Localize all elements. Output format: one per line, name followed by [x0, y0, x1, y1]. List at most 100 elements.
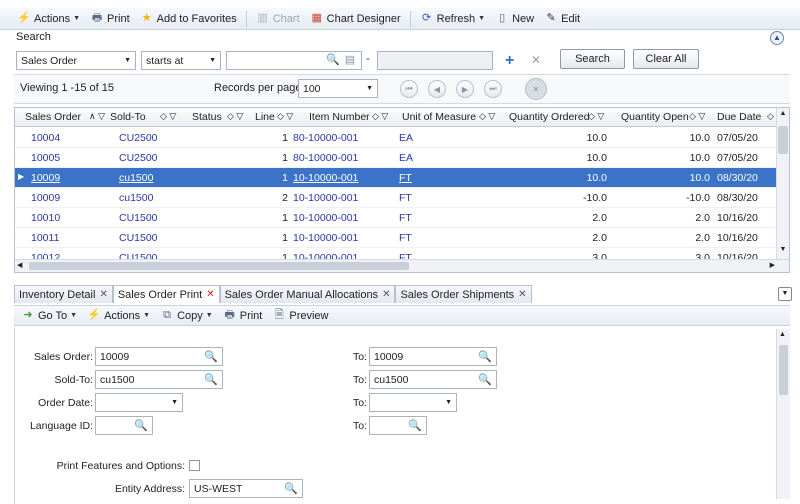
tab-sales-order-manual-allocations[interactable]: Sales Order Manual Allocations ✕	[219, 285, 396, 303]
scroll-down-icon[interactable]: ▼	[778, 246, 788, 258]
preview-button[interactable]: 🗎 Preview	[269, 307, 331, 325]
tab-sales-order-print[interactable]: Sales Order Print ✕	[112, 285, 220, 303]
tabs-menu-icon[interactable]: ▼	[778, 287, 792, 301]
cell-item[interactable]: 10-10000-001	[293, 212, 358, 224]
next-page-icon[interactable]: ▶	[456, 80, 474, 98]
first-page-icon[interactable]: ⏮	[400, 80, 418, 98]
sort-filter-icon[interactable]: ◇ ▽	[160, 111, 176, 122]
sort-filter-icon[interactable]: ◇ ▽	[372, 111, 388, 122]
sold-to-from-input[interactable]: cu1500 🔍	[95, 370, 223, 389]
sales-order-from-input[interactable]: 10009 🔍	[95, 347, 223, 366]
lookup-list-icon[interactable]: ▤	[343, 54, 357, 68]
scroll-thumb[interactable]	[779, 345, 788, 395]
tab-sales-order-shipments[interactable]: Sales Order Shipments ✕	[395, 285, 532, 303]
magnifier-icon[interactable]: 🔍	[204, 350, 218, 363]
column-header-unit-of-measure[interactable]: Unit of Measure	[402, 111, 476, 123]
table-row[interactable]: ▶ 10009 cu1500 1 10-10000-001 FT 10.0 10.0 08/30…	[15, 168, 777, 188]
search-button[interactable]: Search	[560, 49, 625, 69]
cell-uom[interactable]: FT	[399, 192, 412, 204]
cell-uom[interactable]: FT	[399, 212, 412, 224]
cell-item[interactable]: 10-10000-001	[293, 232, 358, 244]
scroll-up-icon[interactable]: ▲	[778, 110, 788, 122]
language-id-from-input[interactable]: 🔍	[95, 416, 153, 435]
table-row[interactable]: 10009 cu1500 2 10-10000-001 FT -10.0 -10.0 08/3…	[15, 188, 777, 208]
magnifier-icon[interactable]: 🔍	[134, 419, 148, 432]
sold-to-to-input[interactable]: cu1500 🔍	[369, 370, 497, 389]
add-to-favorites-button[interactable]: ★ Add to Favorites	[137, 10, 240, 28]
tab-inventory-detail[interactable]: Inventory Detail ✕	[14, 285, 113, 303]
cell-order[interactable]: 10010	[31, 212, 60, 224]
order-date-to-select[interactable]: ▼	[369, 393, 457, 412]
language-id-to-input[interactable]: 🔍	[369, 416, 427, 435]
cell-uom[interactable]: EA	[399, 132, 413, 144]
column-header-quantity-ordered[interactable]: Quantity Ordered	[509, 111, 590, 123]
cell-sold-to[interactable]: CU1500	[119, 212, 158, 224]
close-icon[interactable]: ✕	[206, 289, 214, 300]
edit-button[interactable]: ✎ Edit	[541, 10, 583, 28]
refresh-button[interactable]: ⟳ Refresh ▼	[417, 10, 488, 28]
cell-item[interactable]: 10-10000-001	[293, 172, 358, 184]
column-header-sales-order[interactable]: Sales Order	[25, 111, 81, 123]
cell-item[interactable]: 80-10000-001	[293, 132, 358, 144]
actions-menu[interactable]: ⚡ Actions ▼	[14, 10, 83, 28]
close-icon[interactable]: ✕	[382, 289, 390, 300]
cell-order[interactable]: 10004	[31, 132, 60, 144]
table-row[interactable]: 10011 CU1500 1 10-10000-001 FT 2.0 2.0 10/16/20	[15, 228, 777, 248]
column-header-quantity-open[interactable]: Quantity Open	[621, 111, 689, 123]
column-header-line[interactable]: Line	[255, 111, 275, 123]
stop-icon[interactable]: ✕	[525, 78, 547, 100]
cell-sold-to[interactable]: CU2500	[119, 132, 158, 144]
cell-sold-to[interactable]: cu1500	[119, 192, 153, 204]
go-to-menu[interactable]: ➜ Go To ▼	[18, 307, 80, 325]
grid-vertical-scrollbar[interactable]: ▲ ▼	[776, 108, 789, 260]
table-row[interactable]: 10004 CU2500 1 80-10000-001 EA 10.0 10.0 07/05/…	[15, 128, 777, 148]
cell-uom[interactable]: FT	[399, 232, 412, 244]
clear-all-button[interactable]: Clear All	[633, 49, 699, 69]
add-criteria-icon[interactable]: +	[505, 52, 514, 70]
cell-uom[interactable]: FT	[399, 172, 412, 184]
sort-filter-icon[interactable]: ∧ ▽	[89, 111, 105, 122]
chart-button[interactable]: ▥ Chart	[253, 10, 303, 28]
cell-sold-to[interactable]: CU2500	[119, 152, 158, 164]
cell-order[interactable]: 10009	[31, 192, 60, 204]
column-header-item-number[interactable]: Item Number	[309, 111, 370, 123]
scroll-right-icon[interactable]: ▶	[770, 261, 775, 269]
magnifier-icon[interactable]: 🔍	[326, 54, 340, 68]
close-icon[interactable]: ✕	[518, 289, 526, 300]
cell-item[interactable]: 10-10000-001	[293, 192, 358, 204]
close-icon[interactable]: ✕	[99, 289, 107, 300]
magnifier-icon[interactable]: 🔍	[478, 373, 492, 386]
magnifier-icon[interactable]: 🔍	[204, 373, 218, 386]
print-button[interactable]: 🖶 Print	[220, 307, 266, 325]
sort-filter-icon[interactable]: ◇	[767, 111, 774, 122]
previous-page-icon[interactable]: ◀	[428, 80, 446, 98]
scroll-left-icon[interactable]: ◀	[17, 261, 22, 269]
sort-filter-icon[interactable]: ◇ ▽	[479, 111, 495, 122]
sort-filter-icon[interactable]: ◇ ▽	[277, 111, 293, 122]
order-date-from-select[interactable]: ▼	[95, 393, 183, 412]
records-per-page-select[interactable]: 100 ▼	[298, 79, 378, 98]
column-header-sold-to[interactable]: Sold-To	[110, 111, 146, 123]
search-value-to-input[interactable]	[377, 51, 493, 70]
last-page-icon[interactable]: ⏭	[484, 80, 502, 98]
sort-filter-icon[interactable]: ◇ ▽	[689, 111, 705, 122]
cell-item[interactable]: 80-10000-001	[293, 152, 358, 164]
remove-criteria-icon[interactable]: ✕	[531, 53, 541, 67]
sales-order-to-input[interactable]: 10009 🔍	[369, 347, 497, 366]
sort-filter-icon[interactable]: ◇ ▽	[227, 111, 243, 122]
print-features-checkbox[interactable]	[189, 460, 200, 471]
form-vertical-scrollbar[interactable]: ▲	[776, 329, 790, 499]
scroll-up-icon[interactable]: ▲	[779, 331, 786, 338]
table-row[interactable]: 10005 CU2500 1 80-10000-001 EA 10.0 10.0 07/05/…	[15, 148, 777, 168]
copy-menu[interactable]: ⧉ Copy ▼	[157, 307, 216, 325]
sort-filter-icon[interactable]: ◇ ▽	[588, 111, 604, 122]
magnifier-icon[interactable]: 🔍	[284, 482, 298, 495]
cell-order[interactable]: 10011	[31, 232, 59, 244]
search-field-select[interactable]: Sales Order ▼	[16, 51, 136, 70]
scroll-thumb[interactable]	[29, 262, 409, 270]
magnifier-icon[interactable]: 🔍	[408, 419, 422, 432]
cell-sold-to[interactable]: CU1500	[119, 232, 158, 244]
cell-order[interactable]: 10005	[31, 152, 60, 164]
column-header-status[interactable]: Status	[192, 111, 222, 123]
cell-uom[interactable]: EA	[399, 152, 413, 164]
